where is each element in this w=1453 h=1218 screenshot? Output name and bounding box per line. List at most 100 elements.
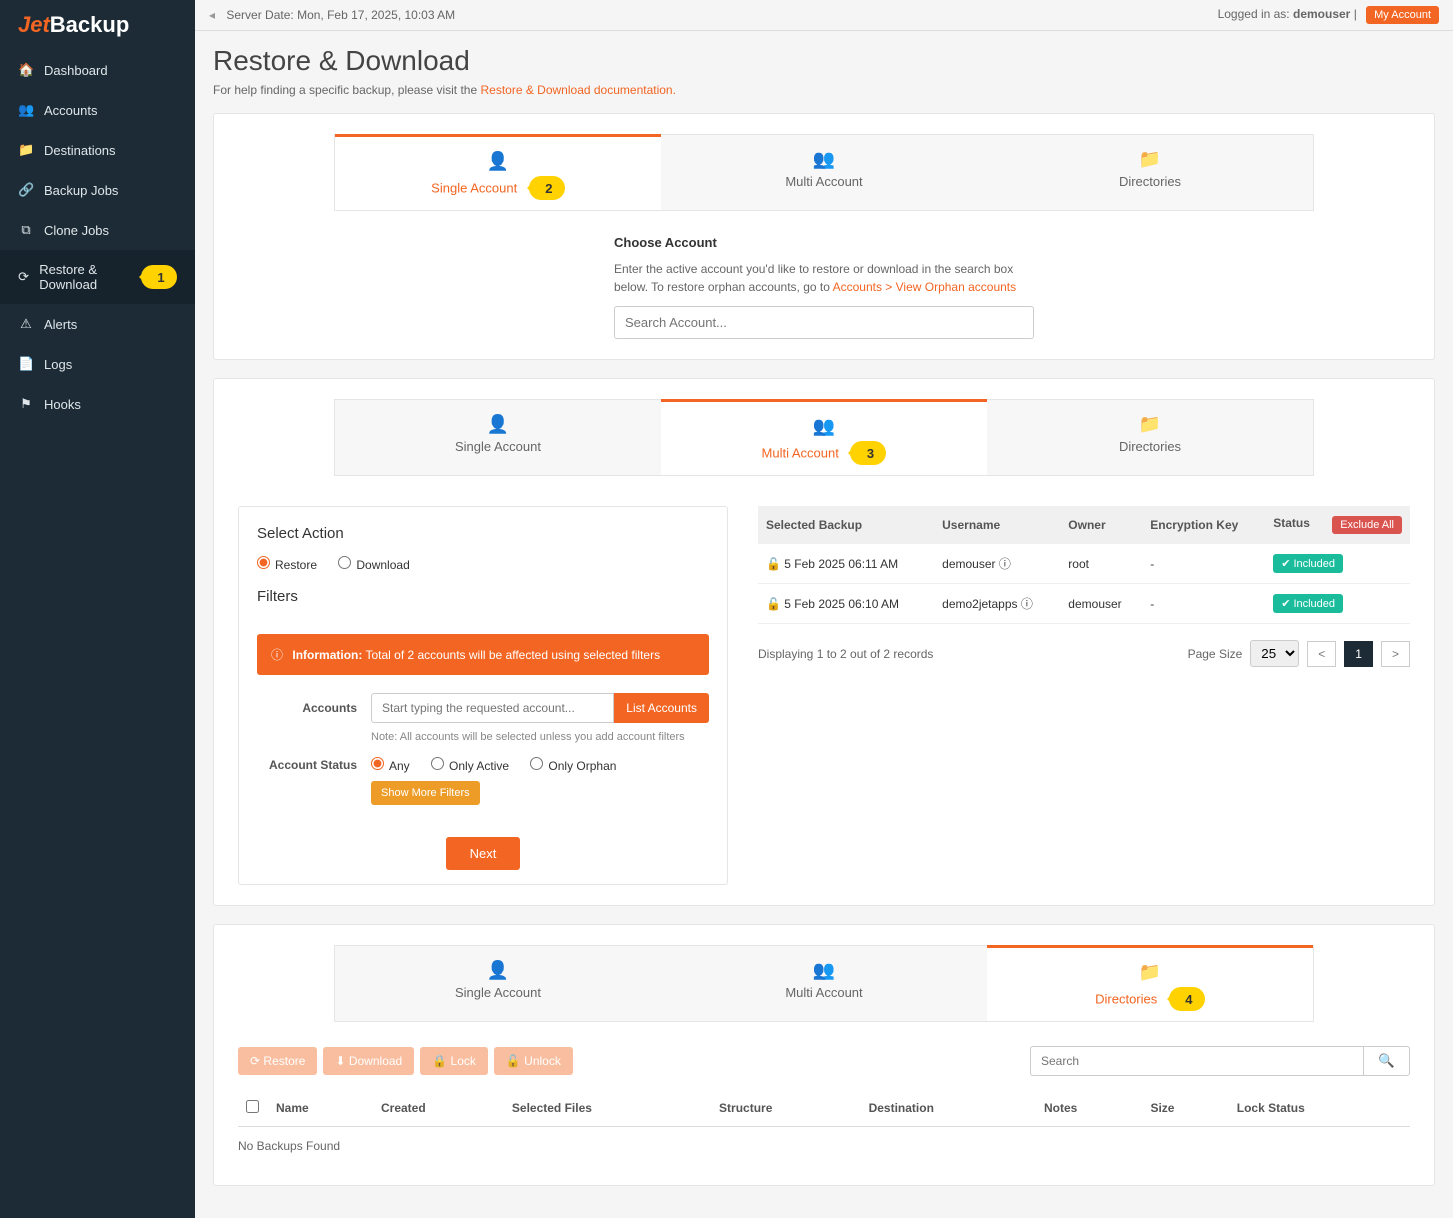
tab-multi-account[interactable]: 👥 Multi Account [661,135,987,210]
cell-owner: demouser [1060,584,1142,624]
nav-hooks[interactable]: ⚑Hooks [0,384,195,424]
info-icon: ⓘ [271,648,283,662]
page-size-select[interactable]: 25 [1250,640,1299,667]
list-accounts-button[interactable]: List Accounts [614,693,709,723]
directory-search-button[interactable]: 🔍 [1363,1046,1410,1076]
page-number-button[interactable]: 1 [1344,641,1373,667]
tab-directories[interactable]: 📁 Directories [987,135,1313,210]
callout-1: 1 [141,265,177,289]
unlock-icon: 🔓 [766,597,781,611]
nav-destinations[interactable]: 📁Destinations [0,130,195,170]
radio-label: Download [356,558,409,572]
download-button[interactable]: ⬇ Download [323,1047,414,1075]
table-row: 🔓 5 Feb 2025 06:11 AM demouser ⓘ root - … [758,544,1410,584]
status-badge[interactable]: ✔Included [1273,554,1343,573]
my-account-button[interactable]: My Account [1366,6,1439,24]
tab-single-account[interactable]: 👤 Single Account 2 [335,134,661,210]
action-radios: Restore Download [257,556,709,572]
tab-label: Multi Account [785,174,862,189]
radio-restore[interactable]: Restore [257,558,317,572]
info-icon[interactable]: ⓘ [1021,597,1033,611]
nav-clone-jobs[interactable]: ⧉Clone Jobs [0,210,195,250]
panel-multi-account: 👤 Single Account 👥 Multi Account 3 📁 Dir… [213,378,1435,906]
tab-label: Directories [1095,992,1157,1007]
orphan-link[interactable]: Accounts > View Orphan accounts [833,280,1017,294]
directories-table: Name Created Selected Files Structure De… [238,1090,1410,1127]
help-link[interactable]: Restore & Download documentation. [480,83,675,97]
user-icon: 👤 [335,960,661,981]
nav-logs[interactable]: 📄Logs [0,344,195,384]
restore-button[interactable]: ⟳ Restore [238,1047,317,1075]
cell-username: demo2jetapps [942,597,1017,611]
nav-label: Restore & Download [39,262,123,292]
tab-multi-account[interactable]: 👥 Multi Account [661,946,987,1021]
badge-label: Included [1293,558,1335,570]
next-button[interactable]: Next [446,837,521,870]
th-created: Created [373,1090,504,1127]
show-more-filters-button[interactable]: Show More Filters [371,781,480,805]
radio-orphan[interactable]: Only Orphan [530,759,616,773]
directory-search-input[interactable] [1030,1046,1363,1076]
info-text: Total of 2 accounts will be affected usi… [362,648,660,662]
th-backup: Selected Backup [758,506,934,544]
user-icon: 👤 [335,151,661,172]
cell-backup: 5 Feb 2025 06:11 AM [784,557,898,571]
cell-key: - [1142,544,1265,584]
page-title: Restore & Download [213,45,1435,77]
logo-part1: Jet [18,12,50,37]
status-badge[interactable]: ✔Included [1273,594,1343,613]
nav-accounts[interactable]: 👥Accounts [0,90,195,130]
btn-label: Lock [451,1054,476,1068]
unlock-icon: 🔓 [506,1054,521,1068]
th-key: Encryption Key [1142,506,1265,544]
collapse-sidebar-icon[interactable]: ◂ [209,8,215,22]
tab-directories[interactable]: 📁 Directories [987,400,1313,475]
nav-label: Dashboard [44,63,108,78]
users-icon: 👥 [661,960,987,981]
th-username: Username [934,506,1060,544]
tab-directories[interactable]: 📁 Directories 4 [987,945,1313,1021]
lock-button[interactable]: 🔒 Lock [420,1047,488,1075]
tab-label: Directories [1119,439,1181,454]
tabs-row-2: 👤 Single Account 👥 Multi Account 3 📁 Dir… [334,399,1314,476]
accounts-input[interactable] [371,693,614,723]
th-notes: Notes [1036,1090,1142,1127]
topbar: ◂ Server Date: Mon, Feb 17, 2025, 10:03 … [195,0,1453,31]
nav-dashboard[interactable]: 🏠Dashboard [0,50,195,90]
radio-any[interactable]: Any [371,759,410,773]
search-account-input[interactable] [614,306,1034,339]
logo-part2: Backup [50,12,129,37]
tab-single-account[interactable]: 👤 Single Account [335,946,661,1021]
page-prev-button[interactable]: < [1307,641,1336,667]
radio-download[interactable]: Download [338,558,409,572]
tab-single-account[interactable]: 👤 Single Account [335,400,661,475]
page-next-button[interactable]: > [1381,641,1410,667]
th-selected-files: Selected Files [504,1090,711,1127]
unlock-icon: 🔓 [766,557,781,571]
radio-active[interactable]: Only Active [431,759,509,773]
info-icon[interactable]: ⓘ [999,557,1011,571]
unlock-button[interactable]: 🔓 Unlock [494,1047,573,1075]
results-table: Selected Backup Username Owner Encryptio… [758,506,1410,624]
exclude-all-button[interactable]: Exclude All [1332,516,1402,534]
sidebar: JetBackup 🏠Dashboard 👥Accounts 📁Destinat… [0,0,195,1218]
nav-alerts[interactable]: ⚠Alerts [0,304,195,344]
nav-backup-jobs[interactable]: 🔗Backup Jobs [0,170,195,210]
users-icon: 👥 [661,149,987,170]
users-icon: 👥 [18,102,34,118]
callout-3: 3 [850,441,886,465]
nav-restore-download[interactable]: ⟳Restore & Download1 [0,250,195,304]
tab-multi-account[interactable]: 👥 Multi Account 3 [661,399,987,475]
th-destination: Destination [861,1090,1036,1127]
cell-owner: root [1060,544,1142,584]
select-all-checkbox[interactable] [246,1100,259,1113]
radio-label: Any [389,759,410,773]
folder-icon: 📁 [987,414,1313,435]
server-date: Mon, Feb 17, 2025, 10:03 AM [297,8,455,22]
th-name: Name [268,1090,373,1127]
cell-backup: 5 Feb 2025 06:10 AM [784,597,899,611]
th-size: Size [1142,1090,1228,1127]
accounts-label: Accounts [257,701,357,715]
refresh-icon: ⟳ [250,1054,260,1068]
alert-icon: ⚠ [18,316,34,332]
